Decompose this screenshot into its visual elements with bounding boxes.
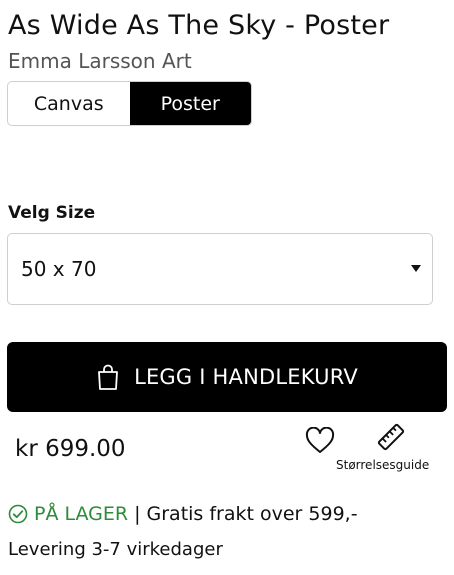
size-guide-link[interactable]: Størrelsesguide bbox=[336, 458, 429, 472]
product-price: kr 699.00 bbox=[15, 436, 126, 462]
chevron-down-icon bbox=[411, 265, 421, 272]
ruler-icon[interactable] bbox=[376, 422, 406, 452]
size-select[interactable]: 50 x 70 bbox=[7, 233, 433, 305]
delivery-info: Levering 3-7 virkedager bbox=[8, 539, 223, 560]
availability-line: PÅ LAGER | Gratis frakt over 599,- bbox=[8, 500, 358, 528]
shopping-bag-icon bbox=[98, 364, 118, 390]
separator: | bbox=[134, 503, 141, 525]
shipping-info: Gratis frakt over 599,- bbox=[146, 503, 358, 525]
format-toggle: Canvas Poster bbox=[7, 81, 252, 126]
add-to-cart-label: LEGG I HANDLEKURV bbox=[134, 365, 358, 389]
check-circle-icon bbox=[8, 504, 28, 524]
stock-status: PÅ LAGER bbox=[34, 503, 129, 525]
format-option-poster[interactable]: Poster bbox=[129, 82, 251, 125]
artist-name[interactable]: Emma Larsson Art bbox=[8, 47, 192, 75]
add-to-cart-button[interactable]: LEGG I HANDLEKURV bbox=[7, 342, 447, 412]
product-title: As Wide As The Sky - Poster bbox=[8, 10, 390, 41]
size-label: Velg Size bbox=[8, 203, 96, 223]
format-option-canvas[interactable]: Canvas bbox=[8, 82, 130, 125]
size-select-value: 50 x 70 bbox=[21, 257, 97, 281]
heart-icon[interactable] bbox=[305, 427, 335, 455]
